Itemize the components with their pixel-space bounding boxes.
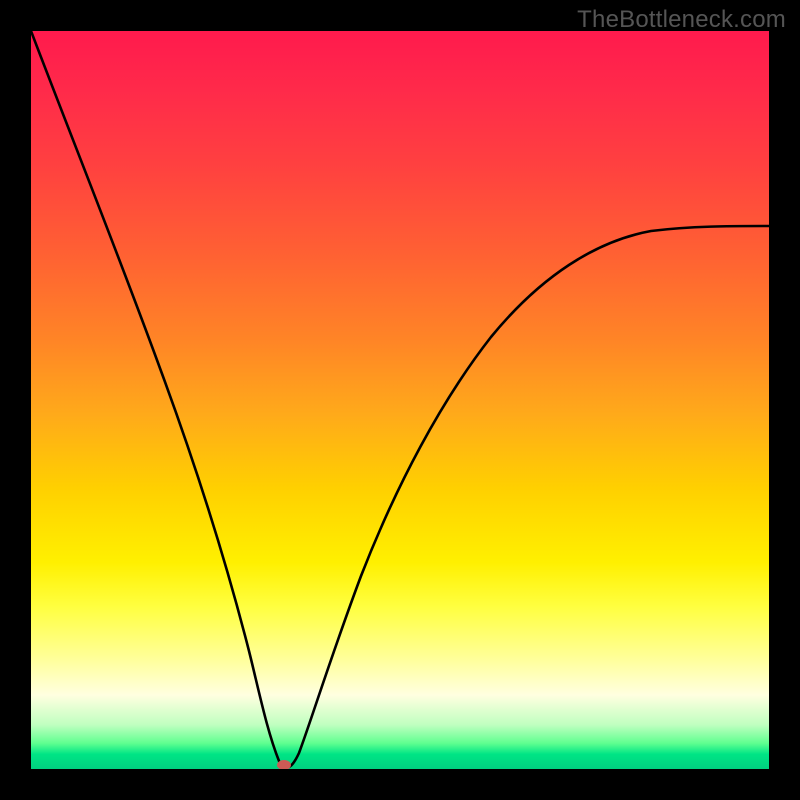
gradient-background [31,31,769,769]
watermark-text: TheBottleneck.com [577,6,786,34]
plot-area [31,31,769,769]
